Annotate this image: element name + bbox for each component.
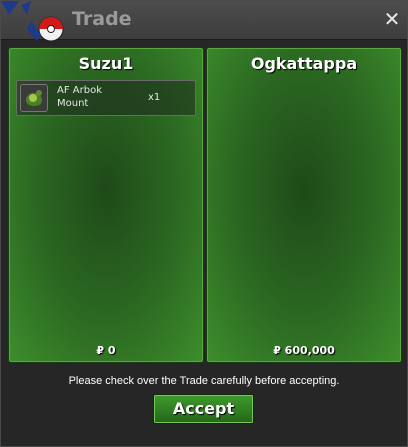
trade-window: Trade ✕ Suzu1 AF Arbok Mount x1 ₽ 0 Ogka… bbox=[0, 0, 408, 447]
arbok-mount-icon bbox=[20, 84, 48, 112]
trade-panel-right: Ogkattappa ₽ 600,000 bbox=[206, 47, 402, 363]
trade-panel-left: Suzu1 AF Arbok Mount x1 ₽ 0 bbox=[8, 47, 204, 363]
accept-button[interactable]: Accept bbox=[153, 394, 254, 424]
trade-notice: Please check over the Trade carefully be… bbox=[68, 375, 340, 387]
trader-name-left: Suzu1 bbox=[78, 54, 134, 73]
window-title: Trade bbox=[72, 8, 132, 30]
close-icon[interactable]: ✕ bbox=[383, 9, 401, 29]
item-quantity: x1 bbox=[148, 92, 161, 103]
pokeball-logo-icon bbox=[1, 1, 64, 42]
titlebar: Trade ✕ bbox=[1, 1, 407, 42]
trader-name-right: Ogkattappa bbox=[250, 54, 358, 73]
money-amount-left: ₽ 0 bbox=[96, 344, 116, 357]
money-amount-right: ₽ 600,000 bbox=[273, 344, 335, 357]
item-name: AF Arbok Mount bbox=[57, 85, 102, 109]
trade-item-slot[interactable]: AF Arbok Mount x1 bbox=[16, 80, 196, 116]
